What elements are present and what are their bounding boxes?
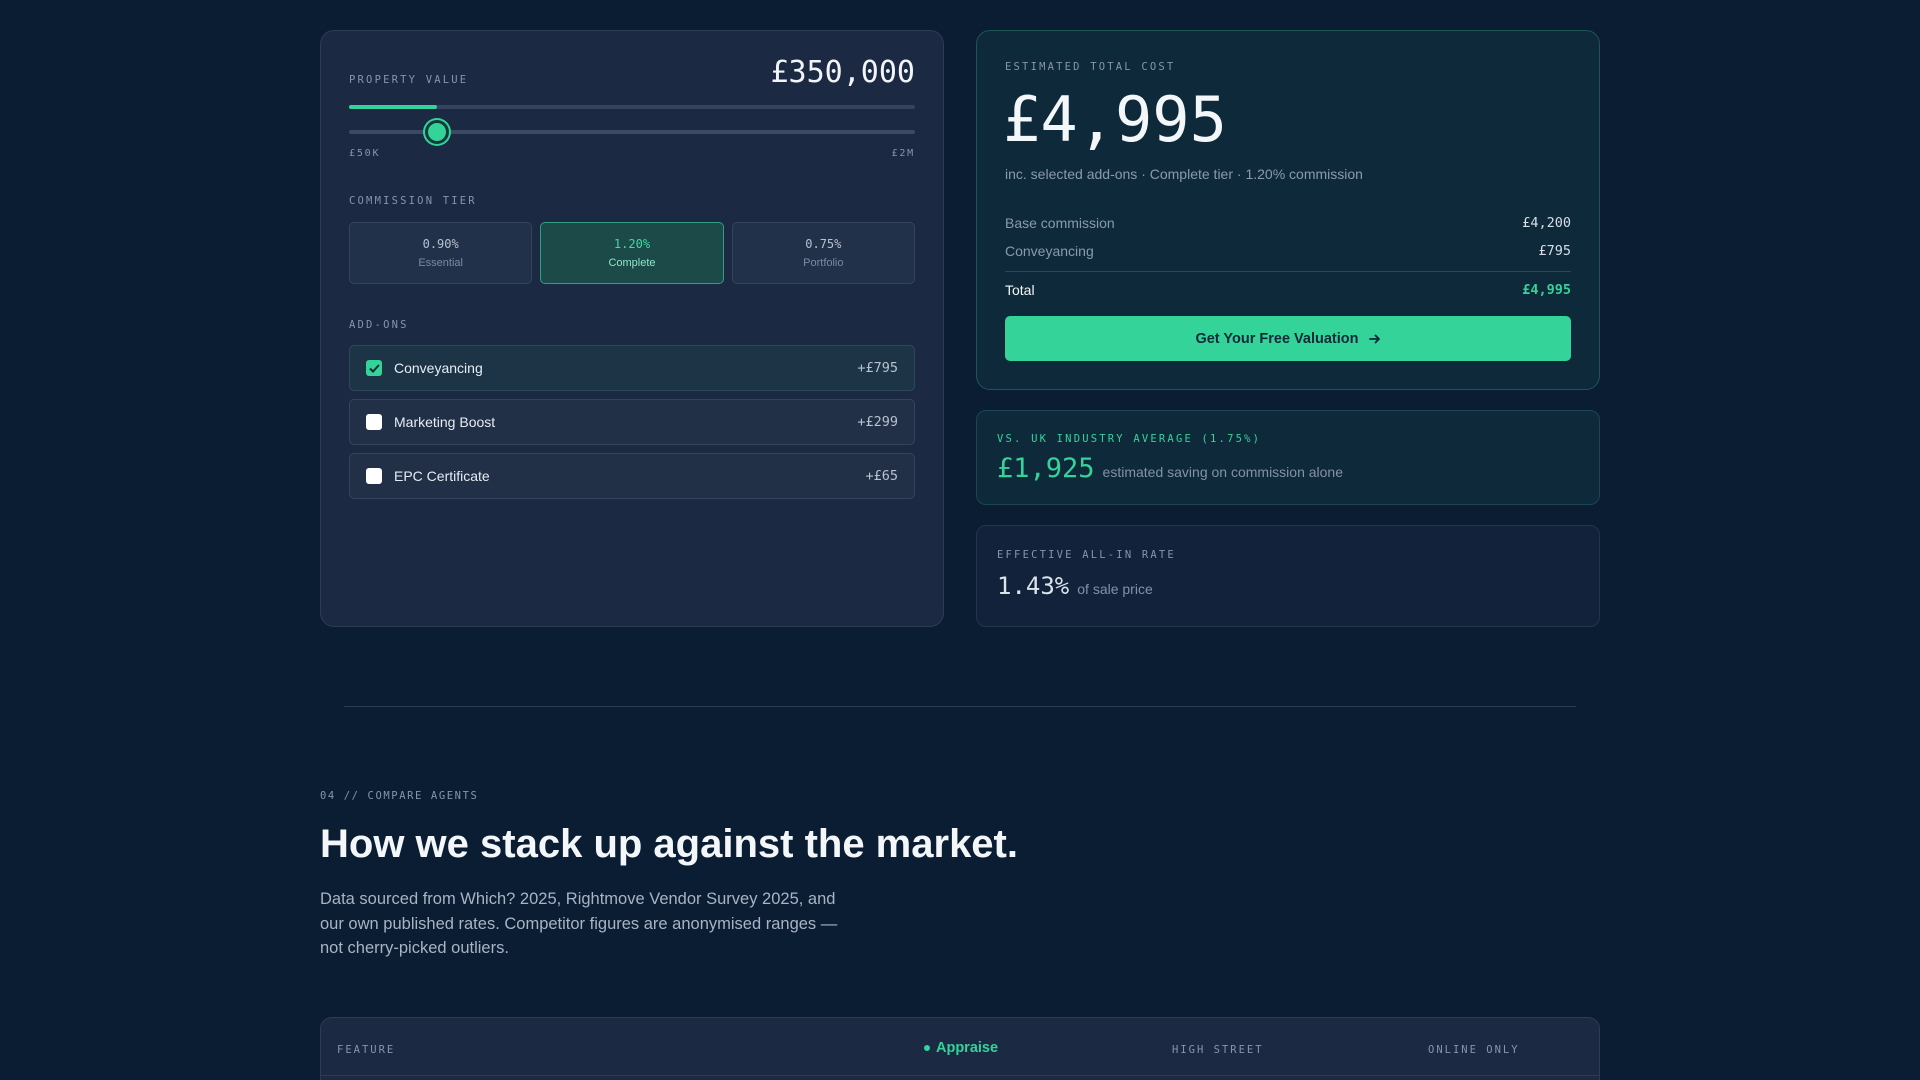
section-divider (344, 706, 1576, 707)
addon-name: Conveyancing (394, 360, 483, 376)
estimated-total-value: £4,995 (1003, 83, 1227, 156)
estimated-total-label: ESTIMATED TOTAL COST (1005, 61, 1176, 73)
commission-tier-label: COMMISSION TIER (349, 195, 477, 207)
addons-label: ADD-ONS (349, 319, 409, 331)
breakdown-total-value: £4,995 (1522, 282, 1571, 298)
estimated-total-subtitle: inc. selected add-ons · Complete tier · … (1005, 166, 1363, 182)
property-value-label: PROPERTY VALUE (349, 74, 469, 86)
property-value-slider-thumb[interactable] (424, 120, 449, 144)
tier-percentage: 0.90% (422, 237, 459, 251)
breakdown-label: Conveyancing (1005, 243, 1094, 259)
tier-portfolio-button[interactable]: 0.75% Portfolio (731, 222, 915, 284)
tier-name: Portfolio (803, 257, 844, 269)
compare-description: Data sourced from Which? 2025, Rightmove… (320, 890, 838, 957)
addon-price: +£795 (857, 360, 898, 376)
addon-conveyancing[interactable]: Conveyancing +£795 (349, 345, 915, 391)
cost-breakdown: Base commission £4,200 Conveyancing £795… (1005, 209, 1571, 304)
arrow-right-icon (1368, 334, 1380, 343)
breakdown-row: Base commission £4,200 (1005, 209, 1571, 237)
effective-rate-value: 1.43% (997, 572, 1070, 600)
addon-price: +£65 (865, 468, 898, 484)
breakdown-label: Base commission (1005, 215, 1115, 231)
breakdown-total-label: Total (1005, 282, 1035, 298)
tier-percentage: 1.20% (613, 237, 651, 251)
saving-amount: £1,925 (997, 453, 1095, 484)
slider-min-label: £50K (349, 148, 381, 159)
slider-max-label: £2M (891, 148, 915, 159)
addons-list: Conveyancing +£795 Marketing Boost +£299… (349, 345, 915, 507)
tier-complete-button[interactable]: 1.20% Complete (540, 222, 724, 284)
property-value-display: £350,000 (770, 55, 916, 90)
column-header-appraise: Appraise (924, 1040, 998, 1056)
column-header-high-street: HIGH STREET (1172, 1044, 1264, 1056)
breakdown-value: £4,200 (1522, 215, 1571, 231)
property-value-progress-fill (349, 105, 437, 109)
addon-name: EPC Certificate (394, 468, 490, 484)
industry-saving-card: VS. UK INDUSTRY AVERAGE (1.75%) £1,925 e… (976, 410, 1600, 505)
column-header-feature: FEATURE (337, 1044, 396, 1056)
appraise-label: Appraise (936, 1040, 999, 1056)
effective-rate-label: EFFECTIVE ALL-IN RATE (997, 549, 1176, 561)
addon-checkbox[interactable] (366, 414, 382, 430)
checkmark-icon (368, 363, 380, 373)
column-header-online-only: ONLINE ONLY (1428, 1044, 1520, 1056)
tier-name: Essential (418, 257, 463, 269)
addon-marketing-boost[interactable]: Marketing Boost +£299 (349, 399, 915, 445)
breakdown-divider (1005, 271, 1571, 272)
cta-label: Get Your Free Valuation (1195, 330, 1359, 347)
saving-text: estimated saving on commission alone (1102, 464, 1344, 480)
table-header-divider (321, 1075, 1599, 1076)
industry-average-label: VS. UK INDUSTRY AVERAGE (1.75%) (997, 433, 1262, 445)
saving-line: £1,925 estimated saving on commission al… (997, 453, 1343, 484)
get-free-valuation-button[interactable]: Get Your Free Valuation (1005, 316, 1571, 361)
calculator-card: PROPERTY VALUE £350,000 £50K £2M COMMISS… (320, 30, 944, 627)
addon-price: +£299 (857, 414, 898, 430)
effective-rate-card: EFFECTIVE ALL-IN RATE 1.43% of sale pric… (976, 525, 1600, 627)
breakdown-total-row: Total £4,995 (1005, 276, 1571, 304)
effective-rate-text: of sale price (1077, 581, 1153, 597)
addon-name: Marketing Boost (394, 414, 496, 430)
property-value-slider[interactable] (349, 120, 915, 144)
breakdown-value: £795 (1538, 243, 1571, 259)
section-eyebrow: 04 // COMPARE AGENTS (320, 790, 479, 802)
dot-icon (924, 1045, 930, 1051)
addon-checkbox[interactable] (366, 468, 382, 484)
tier-name: Complete (608, 257, 656, 269)
rate-line: 1.43% of sale price (997, 572, 1153, 600)
tier-essential-button[interactable]: 0.90% Essential (349, 222, 533, 284)
breakdown-row: Conveyancing £795 (1005, 237, 1571, 265)
addon-checkbox[interactable] (366, 360, 382, 376)
property-value-progress (349, 105, 915, 109)
commission-tier-group: 0.90% Essential 1.20% Complete 0.75% Por… (349, 222, 915, 284)
compare-headline: How we stack up against the market. (320, 822, 1018, 866)
tier-percentage: 0.75% (805, 237, 842, 251)
estimated-total-card: ESTIMATED TOTAL COST £4,995 inc. selecte… (976, 30, 1600, 390)
comparison-table: FEATURE Appraise HIGH STREET ONLINE ONLY (320, 1017, 1600, 1080)
addon-epc-certificate[interactable]: EPC Certificate +£65 (349, 453, 915, 499)
